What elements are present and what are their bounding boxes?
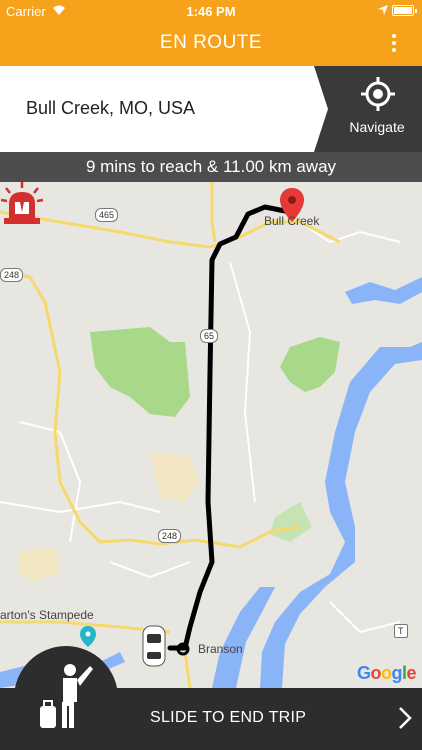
route-shield: T [394,624,408,638]
route-path [167,201,295,651]
rider-with-luggage-icon [40,664,93,728]
destination-bar: Bull Creek, MO, USA Navigate [0,66,422,152]
destination-label: Bull Creek [264,214,320,228]
route-shield: 248 [0,268,24,282]
navigate-button[interactable]: Navigate [314,66,422,152]
route-map[interactable]: 465 248 65 248 T Bull Creek Branson arto… [0,182,422,688]
vehicle-icon [142,625,166,667]
poi-label: arton's Stampede [0,608,94,622]
route-shield: 248 [158,529,182,543]
app-header: Carrier 1:46 PM EN ROUTE [0,0,422,66]
route-shield: 65 [200,329,219,343]
slider-handle[interactable] [14,646,118,750]
google-attribution-logo: Google [356,663,417,683]
river [345,277,422,304]
urban-area [150,452,200,502]
battery-icon [392,5,417,16]
trip-eta-distance: 9 mins to reach & 11.00 km away [0,152,422,182]
app-root: Carrier 1:46 PM EN ROUTE Bull Creek, MO,… [0,0,422,750]
park-area [280,337,340,392]
end-trip-label: SLIDE TO END TRIP [150,709,307,726]
urban-area [18,547,60,582]
route-shield: 465 [95,208,119,222]
page-title: EN ROUTE [159,32,263,53]
poi-marker-icon [80,626,96,647]
park-area [90,327,190,417]
crosshair-icon [361,77,395,111]
emergency-siren-icon[interactable] [0,182,44,226]
city-label: Branson [198,642,243,656]
status-time: 1:46 PM [186,4,236,19]
location-arrow-icon [378,5,388,15]
more-vertical-icon[interactable] [390,34,398,54]
chevron-right-icon [399,707,412,729]
navigate-label: Navigate [349,119,405,135]
destination-address: Bull Creek, MO, USA [26,98,196,118]
park-area [270,502,312,542]
status-bar: Carrier 1:46 PM [0,0,422,22]
